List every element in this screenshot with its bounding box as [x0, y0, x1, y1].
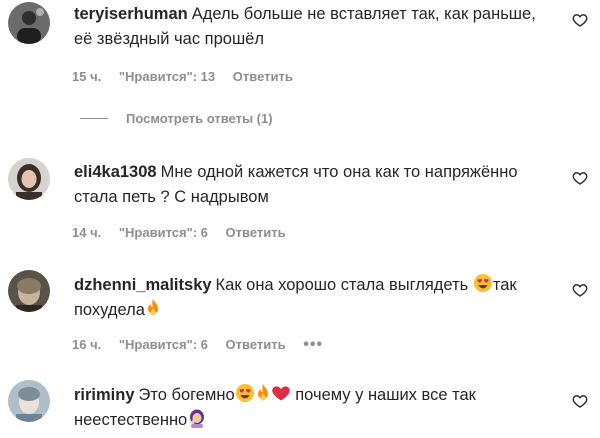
comment-time: 15 ч.: [72, 69, 102, 84]
avatar[interactable]: [8, 2, 50, 44]
comment-body-line2: неестественно: [74, 411, 188, 429]
comment-text: ririminy Это богемно почему у наших все т…: [74, 383, 476, 433]
view-replies-label: Посмотреть ответы (1): [126, 111, 273, 126]
comment-username[interactable]: ririminy: [74, 386, 135, 404]
reply-button[interactable]: Ответить: [226, 337, 286, 352]
comment-username[interactable]: eli4ka1308: [74, 163, 157, 181]
comment-username[interactable]: teryiserhuman: [74, 5, 188, 23]
comment-body-line2: стала петь ? С надрывом: [74, 188, 269, 206]
comment-username[interactable]: dzhenni_malitsky: [74, 276, 212, 294]
woman-facepalming-emoji-icon: [190, 409, 205, 428]
comment-body-line1b: почему у наших все так: [295, 386, 476, 404]
heart-icon[interactable]: [572, 282, 588, 298]
comment-text: teryiserhuman Адель больше не вставляет т…: [74, 2, 536, 52]
reply-button[interactable]: Ответить: [226, 225, 286, 240]
comment-likes[interactable]: "Нравится": 13: [119, 69, 215, 84]
comment-body-line1: Мне одной кажется что она как то напряжё…: [160, 163, 518, 181]
reply-button[interactable]: Ответить: [233, 69, 293, 84]
divider-line: [80, 118, 108, 119]
comment-body-line2: похудела: [74, 301, 145, 319]
heart-icon[interactable]: [572, 393, 588, 409]
avatar[interactable]: [8, 158, 50, 200]
comment-body-line1b: так: [492, 276, 517, 294]
comment-meta: 15 ч. "Нравится": 13 Ответить: [72, 69, 307, 84]
heart-eyes-emoji-icon: [235, 384, 254, 402]
heart-icon[interactable]: [572, 12, 588, 28]
comment-meta: 14 ч. "Нравится": 6 Ответить: [72, 225, 300, 240]
more-options-icon[interactable]: •••: [303, 336, 323, 353]
comment-time: 16 ч.: [72, 337, 102, 352]
fire-emoji-icon: [257, 384, 268, 401]
view-replies-button[interactable]: Посмотреть ответы (1): [80, 111, 273, 126]
comment-likes[interactable]: "Нравится": 6: [119, 225, 208, 240]
red-heart-emoji-icon: [271, 386, 290, 401]
fire-emoji-icon: [147, 299, 158, 316]
comment-text: eli4ka1308 Мне одной кажется что она как …: [74, 160, 518, 210]
comment-body-line1: Это богемно: [138, 386, 235, 404]
heart-icon[interactable]: [572, 170, 588, 186]
comment-meta: 16 ч. "Нравится": 6 Ответить •••: [72, 336, 337, 354]
avatar[interactable]: [8, 270, 50, 312]
comment-text: dzhenni_malitsky Как она хорошо стала выг…: [74, 273, 517, 323]
comment-body-line1: Адель больше не вставляет так, как раньш…: [191, 5, 536, 23]
comment-body-line2: её звёздный час прошёл: [74, 30, 264, 48]
comment-likes[interactable]: "Нравится": 6: [119, 337, 208, 352]
avatar[interactable]: [8, 380, 50, 422]
comment-body-line1: Как она хорошо стала выглядеть: [215, 276, 469, 294]
heart-eyes-emoji-icon: [473, 274, 492, 292]
comment-time: 14 ч.: [72, 225, 102, 240]
